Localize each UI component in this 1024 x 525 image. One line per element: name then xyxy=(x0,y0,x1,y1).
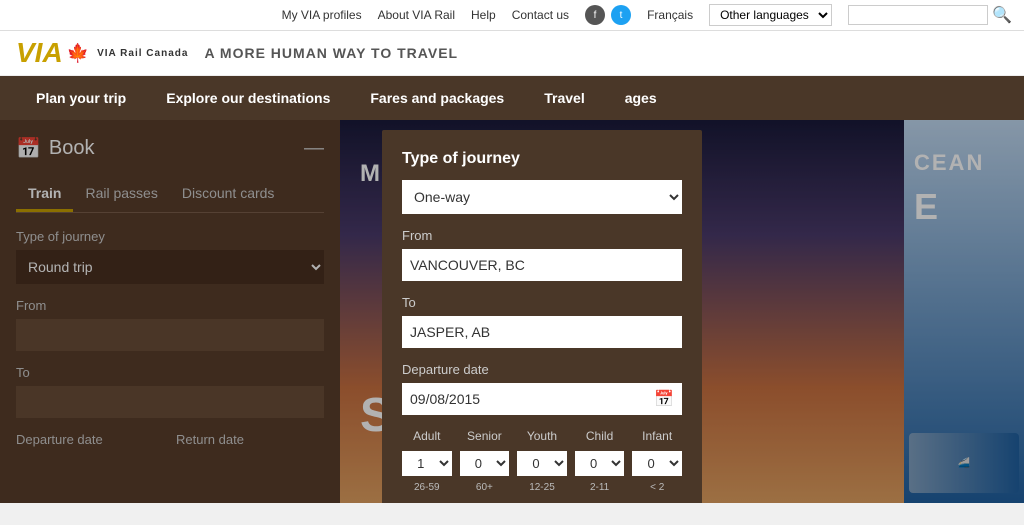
social-icon-1: f xyxy=(585,5,605,25)
child-select[interactable]: 012 xyxy=(575,451,625,476)
modal-from-label: From xyxy=(402,228,682,243)
youth-label: Youth xyxy=(517,429,567,443)
social-icon-2: t xyxy=(611,5,631,25)
francais-link[interactable]: Français xyxy=(647,8,693,22)
infant-select[interactable]: 012 xyxy=(632,451,682,476)
modal-title: Type of journey xyxy=(402,150,682,168)
main-nav: Plan your trip Explore our destinations … xyxy=(0,76,1024,120)
language-select[interactable]: Other languages xyxy=(709,4,832,26)
nav-ages[interactable]: ages xyxy=(605,76,677,120)
via-logo: VIA 🍁 VIA Rail Canada xyxy=(16,39,188,67)
modal-from-input[interactable] xyxy=(402,249,682,281)
senior-label: Senior xyxy=(460,429,510,443)
departure-date-wrapper: 📅 xyxy=(402,383,682,415)
age-ranges-row: 26-59 60+ 12-25 2-11 < 2 xyxy=(402,480,682,493)
nav-travel[interactable]: Travel xyxy=(524,76,604,120)
search-icon[interactable]: 🔍 xyxy=(992,5,1012,25)
senior-age: 60+ xyxy=(460,482,510,493)
booking-modal: Type of journey One-way Round trip From … xyxy=(382,130,702,503)
child-label: Child xyxy=(575,429,625,443)
contact-us-link[interactable]: Contact us xyxy=(512,8,569,22)
adult-col: Adult xyxy=(402,429,452,447)
infant-label: Infant xyxy=(632,429,682,443)
senior-select-col: 012 xyxy=(460,451,510,476)
infant-select-col: 012 xyxy=(632,451,682,476)
nav-explore-destinations[interactable]: Explore our destinations xyxy=(146,76,350,120)
nav-fares-packages[interactable]: Fares and packages xyxy=(350,76,524,120)
child-select-col: 012 xyxy=(575,451,625,476)
child-col: Child xyxy=(575,429,625,447)
adult-label: Adult xyxy=(402,429,452,443)
logo-area: VIA 🍁 VIA Rail Canada A MORE HUMAN WAY T… xyxy=(0,31,1024,76)
modal-overlay: Type of journey One-way Round trip From … xyxy=(0,120,1024,503)
youth-col: Youth xyxy=(517,429,567,447)
social-icons: f t xyxy=(585,5,631,25)
content-area: 📅 Book — Train Rail passes Discount card… xyxy=(0,120,1024,503)
modal-departure-input[interactable] xyxy=(402,383,682,415)
infant-age: < 2 xyxy=(632,482,682,493)
youth-select-col: 012 xyxy=(517,451,567,476)
adult-age: 26-59 xyxy=(402,482,452,493)
top-nav: My VIA profiles About VIA Rail Help Cont… xyxy=(0,0,1024,31)
via-logo-text: VIA xyxy=(16,39,63,67)
about-via-rail-link[interactable]: About VIA Rail xyxy=(378,8,455,22)
senior-col: Senior xyxy=(460,429,510,447)
infant-col: Infant xyxy=(632,429,682,447)
my-via-profiles-link[interactable]: My VIA profiles xyxy=(282,8,362,22)
top-search-input[interactable] xyxy=(848,5,988,25)
via-rail-canada-text: VIA Rail Canada xyxy=(97,48,188,59)
nav-plan-your-trip[interactable]: Plan your trip xyxy=(16,76,146,120)
tagline: A MORE HUMAN WAY TO TRAVEL xyxy=(204,45,458,61)
modal-to-input[interactable] xyxy=(402,316,682,348)
help-link[interactable]: Help xyxy=(471,8,496,22)
senior-select[interactable]: 012 xyxy=(460,451,510,476)
modal-to-label: To xyxy=(402,295,682,310)
modal-journey-select[interactable]: One-way Round trip xyxy=(402,180,682,214)
adult-select-col: 123 xyxy=(402,451,452,476)
youth-age: 12-25 xyxy=(517,482,567,493)
adult-select[interactable]: 123 xyxy=(402,451,452,476)
maple-leaf-icon: 🍁 xyxy=(67,43,89,64)
child-age: 2-11 xyxy=(575,482,625,493)
youth-select[interactable]: 012 xyxy=(517,451,567,476)
passenger-selects-row: 123 012 012 012 xyxy=(402,451,682,476)
passenger-labels-row: Adult Senior Youth Child Infant xyxy=(402,429,682,447)
modal-departure-label: Departure date xyxy=(402,362,682,377)
